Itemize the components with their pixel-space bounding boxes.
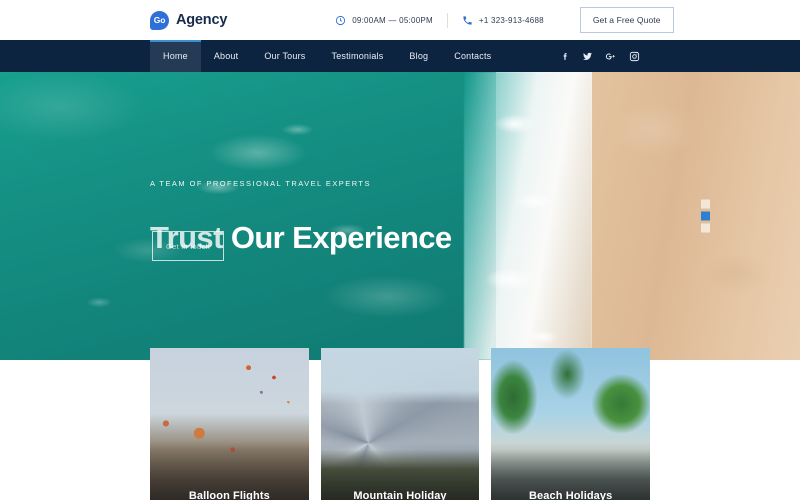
- nav-item-about[interactable]: About: [201, 40, 252, 72]
- get-in-touch-button[interactable]: Get in touch: [152, 231, 224, 261]
- hero-sand-region: [592, 72, 800, 360]
- phone-icon: [463, 15, 472, 25]
- brand-name: Agency: [176, 12, 228, 28]
- nav-item-blog[interactable]: Blog: [396, 40, 441, 72]
- hero-subtitle: A TEAM OF PROFESSIONAL TRAVEL EXPERTS: [150, 179, 371, 188]
- hero-surf-region: [464, 72, 592, 360]
- topbar-divider: [446, 12, 448, 28]
- main-navigation: Home About Our Tours Testimonials Blog C…: [0, 40, 800, 72]
- social-links: [561, 40, 800, 72]
- tour-category-cards: Balloon Flights Mountain Holiday Beach H…: [0, 348, 800, 500]
- twitter-icon[interactable]: [582, 51, 593, 62]
- hero-slide-dot-3[interactable]: [701, 223, 710, 233]
- google-plus-icon[interactable]: [605, 51, 617, 62]
- go-bubble-icon: Go: [150, 10, 169, 30]
- nav-item-contacts[interactable]: Contacts: [441, 40, 504, 72]
- card-beach-holidays[interactable]: Beach Holidays: [491, 348, 651, 500]
- nav-item-our-tours[interactable]: Our Tours: [251, 40, 318, 72]
- working-hours-text: 09:00AM — 05:00PM: [352, 15, 433, 25]
- hero-content: A TEAM OF PROFESSIONAL TRAVEL EXPERTS Tr…: [150, 72, 452, 360]
- nav-list: Home About Our Tours Testimonials Blog C…: [150, 40, 504, 72]
- top-bar: Go Agency 09:00AM — 05:00PM +1 323-913-4…: [0, 0, 800, 40]
- phone-number[interactable]: +1 323-913-4688: [462, 15, 544, 26]
- hero-slide-dot-2[interactable]: [701, 211, 710, 221]
- hero-title-row: Trust Our Experience Get in touch: [150, 220, 452, 261]
- clock-icon: [336, 15, 346, 25]
- nav-item-testimonials[interactable]: Testimonials: [319, 40, 397, 72]
- hero-slider-pagination: [701, 199, 710, 233]
- hero-title-rest: Our Experience: [230, 220, 452, 255]
- phone-number-text: +1 323-913-4688: [478, 15, 544, 25]
- card-title-beach-holidays: Beach Holidays: [529, 490, 613, 500]
- nav-item-home[interactable]: Home: [150, 40, 201, 72]
- facebook-icon[interactable]: [561, 51, 570, 62]
- card-balloon-flights[interactable]: Balloon Flights: [150, 348, 309, 500]
- card-mountain-holiday[interactable]: Mountain Holiday: [320, 348, 480, 500]
- card-title-mountain-holiday: Mountain Holiday: [353, 490, 447, 500]
- instagram-icon[interactable]: [629, 51, 640, 62]
- hero-slide-dot-1[interactable]: [701, 199, 710, 209]
- topbar-meta: 09:00AM — 05:00PM +1 323-913-4688 Get a …: [335, 7, 674, 33]
- brand-logo[interactable]: Go Agency: [150, 10, 228, 30]
- get-a-free-quote-button[interactable]: Get a Free Quote: [579, 7, 674, 33]
- working-hours: 09:00AM — 05:00PM: [335, 15, 433, 26]
- hero-slider: A TEAM OF PROFESSIONAL TRAVEL EXPERTS Tr…: [0, 72, 800, 360]
- card-title-balloon-flights: Balloon Flights: [188, 490, 270, 500]
